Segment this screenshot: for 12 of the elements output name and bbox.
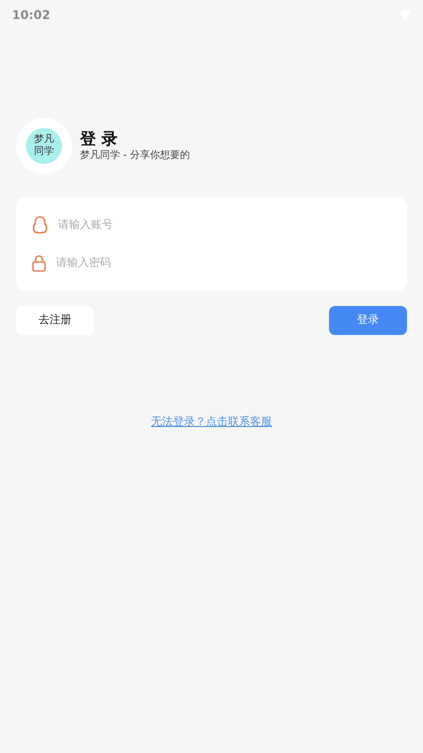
contact-support-link[interactable]: 无法登录？点击联系客服: [151, 414, 272, 430]
login-button[interactable]: 登录: [329, 306, 407, 335]
page-title: 登 录: [80, 129, 119, 149]
password-field[interactable]: 请输入密码: [56, 254, 391, 272]
app-subtitle: 梦凡同学 - 分享你想要的: [80, 149, 190, 163]
logo-text: 同学: [34, 146, 54, 158]
register-button[interactable]: 去注册: [16, 306, 94, 335]
user-icon: [32, 216, 48, 234]
logo-text: 梦凡: [34, 134, 54, 146]
account-field[interactable]: 请输入账号: [58, 216, 391, 234]
lock-icon: [32, 254, 46, 272]
status-time: 10:02: [12, 7, 50, 24]
